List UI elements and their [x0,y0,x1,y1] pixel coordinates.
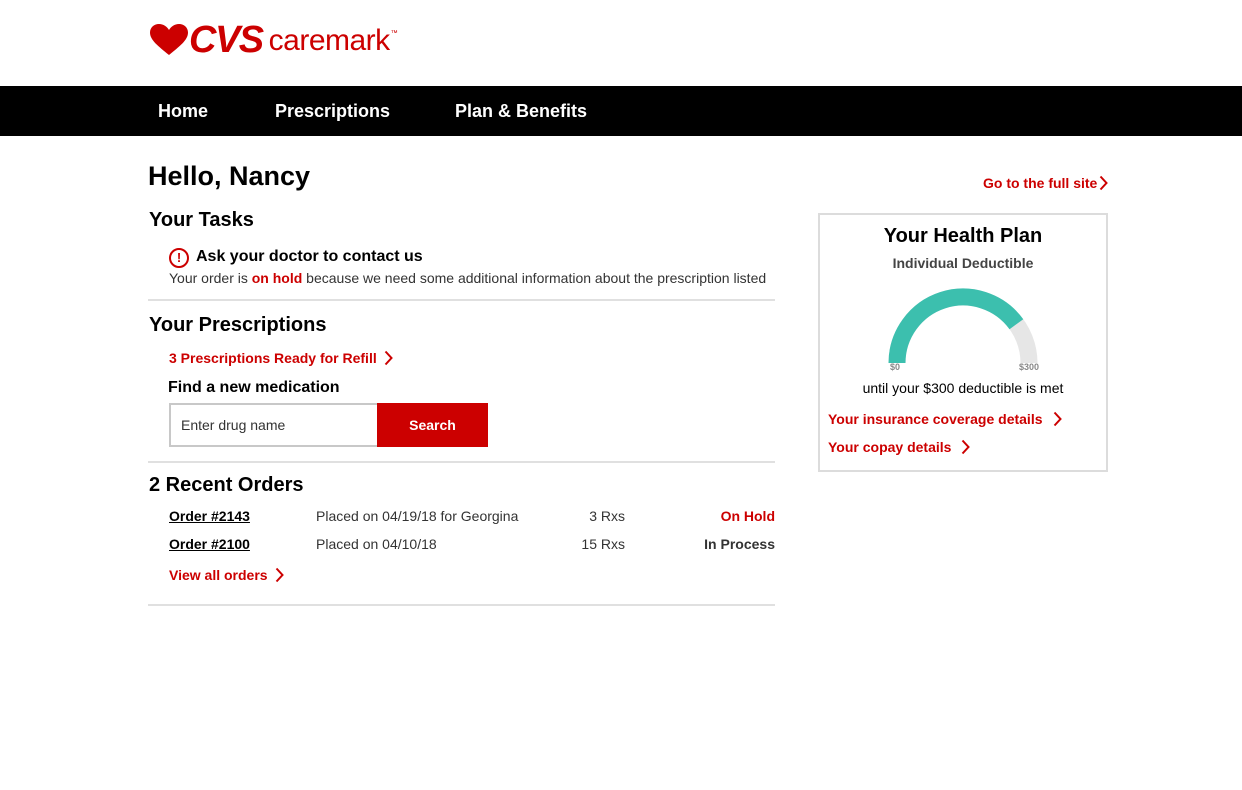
health-plan-card: Your Health Plan Individual Deductible $… [818,213,1108,472]
order-rx-count: 3 Rxs [589,508,625,524]
order-placed-text: Placed on 04/10/18 [316,536,437,552]
nav-plan-benefits[interactable]: Plan & Benefits [455,101,587,122]
find-medication-label: Find a new medication [168,379,340,396]
health-plan-subtitle: Individual Deductible [892,255,1034,271]
copay-details-link[interactable]: Your copay details [828,439,971,455]
chevron-right-icon [384,350,393,366]
refill-link[interactable]: 3 Prescriptions Ready for Refill [169,350,393,366]
deductible-gauge: $0 $300 [880,275,1046,375]
order-number-link[interactable]: Order #2100 [169,536,250,552]
nav-prescriptions[interactable]: Prescriptions [275,101,390,122]
order-number-link[interactable]: Order #2143 [169,508,250,524]
view-all-orders-link[interactable]: View all orders [169,567,284,583]
order-placed-text: Placed on 04/19/18 for Georgina [316,508,519,524]
logo-cvs-text: CVS [189,19,264,61]
task-title[interactable]: Ask your doctor to contact us [196,248,423,266]
nav-home[interactable]: Home [158,101,208,122]
drug-search-input[interactable] [169,403,378,447]
heart-logo-icon [150,24,188,55]
coverage-details-label: Your insurance coverage details [828,411,1043,427]
chevron-right-icon [1053,411,1062,427]
search-button[interactable]: Search [377,403,488,447]
copay-details-label: Your copay details [828,439,952,455]
order-rx-count: 15 Rxs [581,536,625,552]
chevron-right-icon [1100,175,1109,191]
full-site-link[interactable]: Go to the full site [983,175,1109,191]
page-greeting: Hello, Nancy [148,161,311,191]
task-desc-status: on hold [251,270,303,286]
full-site-label: Go to the full site [983,175,1098,191]
gauge-fill [888,288,1024,364]
order-row: Order #2143 Placed on 04/19/18 for Georg… [169,508,775,528]
alert-icon: ! [169,248,189,268]
orders-heading: 2 Recent Orders [149,474,304,496]
deductible-until-text: until your $300 deductible is met [862,380,1064,396]
prescriptions-heading: Your Prescriptions [149,314,327,336]
chevron-right-icon [962,439,971,455]
refill-link-label: 3 Prescriptions Ready for Refill [169,350,377,366]
gauge-chart [888,288,1038,364]
tasks-heading: Your Tasks [149,209,254,231]
view-all-orders-label: View all orders [169,567,268,583]
gauge-min-label: $0 [890,362,901,372]
health-plan-title: Your Health Plan [883,225,1043,247]
divider [148,461,775,463]
coverage-details-link[interactable]: Your insurance coverage details [828,411,1062,427]
task-description: Your order is on hold because we need so… [169,270,766,286]
logo-trademark: ™ [390,30,398,37]
logo-caremark-text: caremark [268,24,391,57]
order-status: On Hold [720,508,775,524]
task-desc-prefix: Your order is [169,270,252,286]
order-row: Order #2100 Placed on 04/10/18 15 Rxs In… [169,536,775,556]
order-status: In Process [704,536,775,552]
cvs-caremark-logo[interactable]: CVS caremark ™ [150,19,398,61]
chevron-right-icon [275,567,284,583]
divider [148,299,775,301]
task-desc-suffix: because we need some additional informat… [302,270,767,286]
gauge-max-label: $300 [1019,362,1040,372]
main-nav: Home Prescriptions Plan & Benefits [0,86,1242,136]
header: CVS caremark ™ [0,0,1242,86]
divider [148,604,775,606]
